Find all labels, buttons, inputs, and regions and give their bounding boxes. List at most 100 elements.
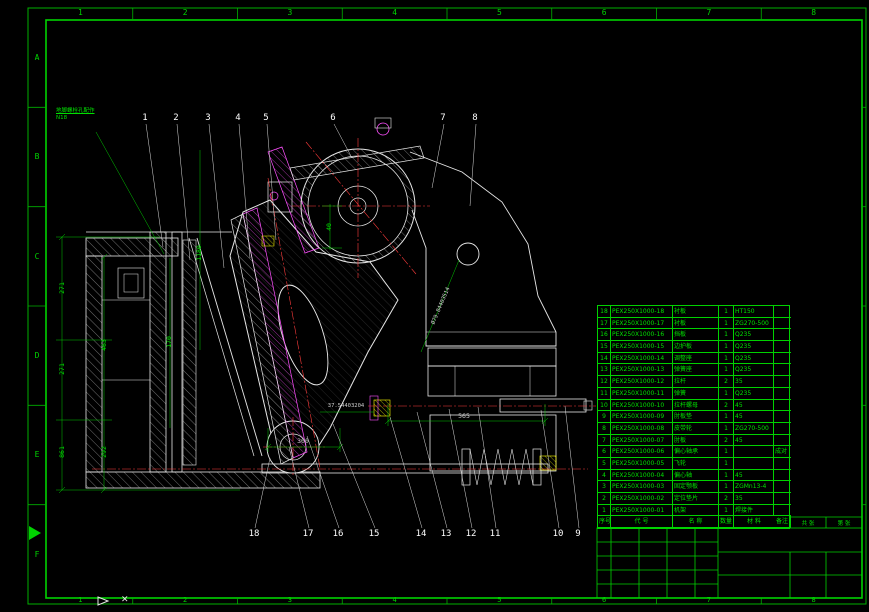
technical-note: 地脚螺栓孔配作 N18 bbox=[56, 108, 95, 122]
part-material: Q235 bbox=[734, 388, 774, 400]
part-qty: 1 bbox=[719, 505, 734, 517]
part-remark bbox=[774, 423, 791, 435]
part-remark bbox=[774, 411, 791, 423]
part-remark bbox=[774, 306, 791, 318]
callout-9: 9 bbox=[575, 529, 580, 539]
callout-4: 4 bbox=[235, 113, 240, 123]
callout-2: 2 bbox=[173, 113, 178, 123]
part-name: 弹簧座 bbox=[673, 364, 719, 376]
part-name: 挡板 bbox=[673, 329, 719, 341]
header-material: 材 料 bbox=[734, 516, 774, 528]
part-code: PEX250X1000-02 bbox=[611, 493, 673, 505]
part-qty: 1 bbox=[719, 318, 734, 330]
part-code: PEX250X1000-14 bbox=[611, 353, 673, 365]
callout-7: 7 bbox=[440, 113, 445, 123]
part-remark bbox=[774, 364, 791, 376]
part-code: PEX250X1000-10 bbox=[611, 400, 673, 412]
spring-coil bbox=[470, 449, 533, 485]
callout-5: 5 bbox=[263, 113, 268, 123]
part-no: 10 bbox=[598, 400, 611, 412]
part-name: 拉杆 bbox=[673, 376, 719, 388]
part-qty: 1 bbox=[719, 411, 734, 423]
zone-letter: F bbox=[28, 505, 46, 604]
part-qty: 1 bbox=[719, 306, 734, 318]
zone-numbers-bottom: 12345678 bbox=[28, 596, 866, 604]
header-code: 代 号 bbox=[611, 516, 673, 528]
zone-number: 4 bbox=[342, 7, 447, 19]
part-qty: 2 bbox=[719, 435, 734, 447]
part-material: 35 bbox=[734, 493, 774, 505]
part-name: 调整座 bbox=[673, 353, 719, 365]
part-code: PEX250X1000-04 bbox=[611, 470, 673, 482]
part-qty: 1 bbox=[719, 481, 734, 493]
zone-letter: C bbox=[28, 207, 46, 306]
zone-number: 2 bbox=[133, 596, 238, 604]
callout-16: 16 bbox=[333, 529, 344, 539]
part-name: 固定颚板 bbox=[673, 481, 719, 493]
dim-271-mid: 271 bbox=[58, 363, 66, 375]
part-remark bbox=[774, 353, 791, 365]
zone-number: 4 bbox=[342, 596, 447, 604]
part-no: 17 bbox=[598, 318, 611, 330]
callout-14: 14 bbox=[416, 529, 427, 539]
sheet-no-label: 第 张 bbox=[838, 519, 851, 527]
parts-table: 18 PEX250X1000-18 衬板 1 HT150 17 PEX250X1… bbox=[597, 305, 790, 529]
dim-300: 300 bbox=[297, 437, 309, 445]
part-material: ZG270-500 bbox=[734, 318, 774, 330]
part-qty: 2 bbox=[719, 493, 734, 505]
zone-letter: B bbox=[28, 107, 46, 206]
top-bolt bbox=[377, 123, 389, 135]
part-qty: 1 bbox=[719, 341, 734, 353]
part-code: PEX250X1000-13 bbox=[611, 364, 673, 376]
part-material bbox=[734, 446, 774, 458]
part-remark bbox=[774, 435, 791, 447]
part-name: 飞轮 bbox=[673, 458, 719, 470]
part-code: PEX250X1000-06 bbox=[611, 446, 673, 458]
callout-15: 15 bbox=[369, 529, 380, 539]
part-remark: 成对 bbox=[774, 446, 791, 458]
part-code: PEX250X1000-05 bbox=[611, 458, 673, 470]
callout-17: 17 bbox=[303, 529, 314, 539]
dim-40: 40 bbox=[325, 223, 333, 231]
part-material: HT150 bbox=[734, 306, 774, 318]
header-qty: 数量 bbox=[719, 516, 734, 528]
part-code: PEX250X1000-18 bbox=[611, 306, 673, 318]
part-material: 焊接件 bbox=[734, 505, 774, 517]
part-no: 7 bbox=[598, 435, 611, 447]
adjust-rod bbox=[500, 399, 586, 412]
dim-565: 565 bbox=[458, 412, 470, 420]
zone-number: 2 bbox=[133, 7, 238, 19]
part-no: 13 bbox=[598, 364, 611, 376]
corner-x-mark: ✕ bbox=[121, 595, 129, 605]
part-material: 45 bbox=[734, 400, 774, 412]
callout-18: 18 bbox=[249, 529, 260, 539]
part-no: 14 bbox=[598, 353, 611, 365]
part-qty: 1 bbox=[719, 446, 734, 458]
part-no: 11 bbox=[598, 388, 611, 400]
callout-6: 6 bbox=[330, 113, 335, 123]
part-no: 18 bbox=[598, 306, 611, 318]
part-material: 45 bbox=[734, 411, 774, 423]
header-name: 名 称 bbox=[673, 516, 719, 528]
header-remark: 备注 bbox=[774, 516, 791, 528]
part-code: PEX250X1000-16 bbox=[611, 329, 673, 341]
part-no: 15 bbox=[598, 341, 611, 353]
callout-1: 1 bbox=[142, 113, 147, 123]
part-qty: 1 bbox=[719, 388, 734, 400]
part-no: 3 bbox=[598, 481, 611, 493]
dim-toggle-offset: 37.54403204 bbox=[328, 403, 364, 409]
part-no: 6 bbox=[598, 446, 611, 458]
zone-letter: A bbox=[28, 8, 46, 107]
part-no: 16 bbox=[598, 329, 611, 341]
zone-letters-left: ABCDEF bbox=[28, 8, 46, 604]
zone-number: 8 bbox=[761, 7, 866, 19]
part-name: 肘板 bbox=[673, 435, 719, 447]
note-line: N18 bbox=[56, 115, 95, 122]
part-remark bbox=[774, 388, 791, 400]
note-line: 地脚螺栓孔配作 bbox=[56, 108, 95, 115]
sheet-total-label: 共 张 bbox=[802, 519, 815, 527]
part-no: 5 bbox=[598, 458, 611, 470]
part-name: 边护板 bbox=[673, 341, 719, 353]
part-qty: 1 bbox=[719, 458, 734, 470]
zone-number: 7 bbox=[657, 7, 762, 19]
